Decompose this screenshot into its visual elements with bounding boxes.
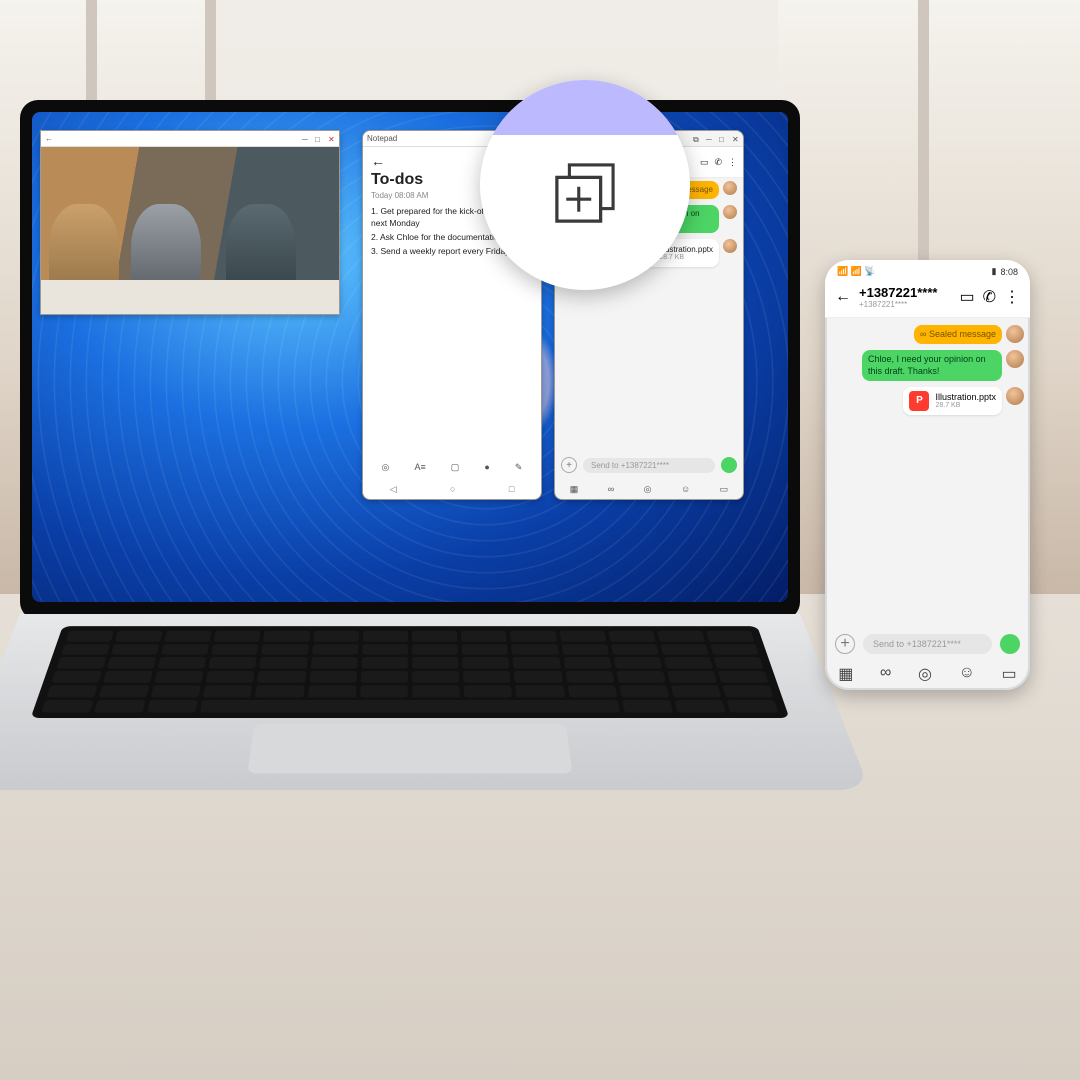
messages-action-row: ▦ ∞ ◎ ☺ ▭ bbox=[555, 484, 743, 495]
phone-messages-header: ← +1387221**** +1387221**** ▭ ✆ ⋮ bbox=[825, 279, 1030, 318]
gallery-icon[interactable]: ▦ bbox=[570, 484, 579, 495]
notepad-app-title: Notepad bbox=[367, 134, 397, 143]
emoji-icon[interactable]: ☺ bbox=[959, 664, 975, 684]
nav-back-icon[interactable]: ◁ bbox=[390, 484, 397, 495]
android-nav: ◁ ○ □ bbox=[363, 484, 541, 495]
text-style-icon[interactable]: A≡ bbox=[414, 462, 425, 473]
avatar bbox=[723, 205, 737, 219]
zoom-callout bbox=[480, 80, 690, 290]
maximize-icon[interactable]: □ bbox=[719, 135, 726, 142]
more-icon[interactable]: ⋮ bbox=[728, 157, 737, 168]
send-button[interactable] bbox=[1000, 634, 1020, 654]
minimize-icon[interactable]: ─ bbox=[302, 135, 309, 142]
trackpad[interactable] bbox=[247, 723, 574, 773]
attach-icon[interactable]: + bbox=[561, 457, 577, 473]
note-timestamp: Today 08:08 AM bbox=[371, 191, 428, 200]
send-button[interactable] bbox=[721, 457, 737, 473]
video-window-titlebar[interactable]: ← ─ □ ✕ bbox=[41, 131, 339, 147]
nav-home-icon[interactable]: ○ bbox=[450, 484, 455, 495]
battery-icon: ▮ bbox=[992, 266, 997, 277]
more-icon[interactable]: ⋮ bbox=[1004, 287, 1020, 307]
new-window-icon bbox=[546, 154, 624, 232]
mic-icon[interactable]: ● bbox=[484, 462, 489, 473]
phone-status-bar: 📶 📶 📡 ▮ 8:08 bbox=[825, 260, 1030, 279]
close-icon[interactable]: ✕ bbox=[328, 135, 335, 142]
avatar bbox=[723, 181, 737, 195]
draw-icon[interactable]: ✎ bbox=[515, 462, 523, 473]
notepad-toolbar: ◎ A≡ ▢ ● ✎ bbox=[363, 458, 541, 477]
avatar bbox=[1006, 325, 1024, 343]
sealed-message-bubble[interactable]: ∞ Sealed message bbox=[914, 325, 1002, 344]
file-attachment[interactable]: P Illustration.pptx 28.7 KB bbox=[903, 387, 1002, 415]
gallery-icon[interactable]: ▦ bbox=[838, 664, 853, 684]
nav-recent-icon[interactable]: □ bbox=[509, 484, 514, 495]
phone-messages-body[interactable]: ∞ Sealed message Chloe, I need your opin… bbox=[825, 318, 1030, 422]
video-call-icon[interactable]: ▭ bbox=[959, 287, 974, 307]
avatar bbox=[1006, 350, 1024, 368]
checklist-icon[interactable]: ◎ bbox=[382, 462, 390, 473]
call-icon[interactable]: ✆ bbox=[714, 157, 722, 168]
phone-compose-bar: + Send to +1387221**** bbox=[825, 628, 1030, 660]
video-content bbox=[41, 147, 339, 314]
maximize-icon[interactable]: □ bbox=[315, 135, 322, 142]
close-icon[interactable]: ✕ bbox=[732, 135, 739, 142]
video-window[interactable]: ← ─ □ ✕ bbox=[40, 130, 340, 315]
phone: 📶 📶 📡 ▮ 8:08 ← +1387221**** +1387221****… bbox=[825, 260, 1030, 690]
call-icon[interactable]: ✆ bbox=[983, 287, 996, 307]
back-icon[interactable]: ← bbox=[371, 153, 385, 169]
folder-icon[interactable]: ▭ bbox=[1002, 664, 1017, 684]
emoji-icon[interactable]: ☺ bbox=[681, 484, 690, 495]
pptx-icon: P bbox=[909, 391, 929, 411]
avatar bbox=[1006, 387, 1024, 405]
infinity-icon[interactable]: ∞ bbox=[880, 664, 891, 684]
contact-number[interactable]: +1387221**** +1387221**** bbox=[859, 285, 951, 309]
file-size: 28.7 KB bbox=[935, 402, 996, 409]
phone-action-row: ▦ ∞ ◎ ☺ ▭ bbox=[825, 664, 1030, 684]
compose-input[interactable]: Send to +1387221**** bbox=[583, 458, 715, 473]
attach-icon[interactable]: + bbox=[835, 634, 855, 654]
laptop-keyboard bbox=[0, 614, 870, 790]
back-icon[interactable]: ← bbox=[835, 288, 851, 306]
status-icons-left: 📶 📶 📡 bbox=[837, 266, 876, 277]
new-window-icon[interactable]: ⧉ bbox=[693, 135, 700, 142]
minimize-icon[interactable]: ─ bbox=[706, 135, 713, 142]
video-call-icon[interactable]: ▭ bbox=[700, 157, 709, 168]
message-bubble[interactable]: Chloe, I need your opinion on this draft… bbox=[862, 350, 1002, 381]
folder-icon[interactable]: ▭ bbox=[720, 484, 729, 495]
location-icon[interactable]: ◎ bbox=[918, 664, 932, 684]
file-name: Illustration.pptx bbox=[935, 392, 996, 402]
compose-bar: + Send to +1387221**** bbox=[555, 453, 743, 477]
file-size: 28.7 KB bbox=[659, 254, 713, 261]
image-icon[interactable]: ▢ bbox=[451, 462, 460, 473]
avatar bbox=[723, 239, 737, 253]
location-icon[interactable]: ◎ bbox=[644, 484, 652, 495]
compose-input[interactable]: Send to +1387221**** bbox=[863, 634, 992, 654]
status-time: 8:08 bbox=[1000, 267, 1018, 277]
infinity-icon[interactable]: ∞ bbox=[608, 484, 614, 495]
back-icon[interactable]: ← bbox=[45, 134, 53, 143]
